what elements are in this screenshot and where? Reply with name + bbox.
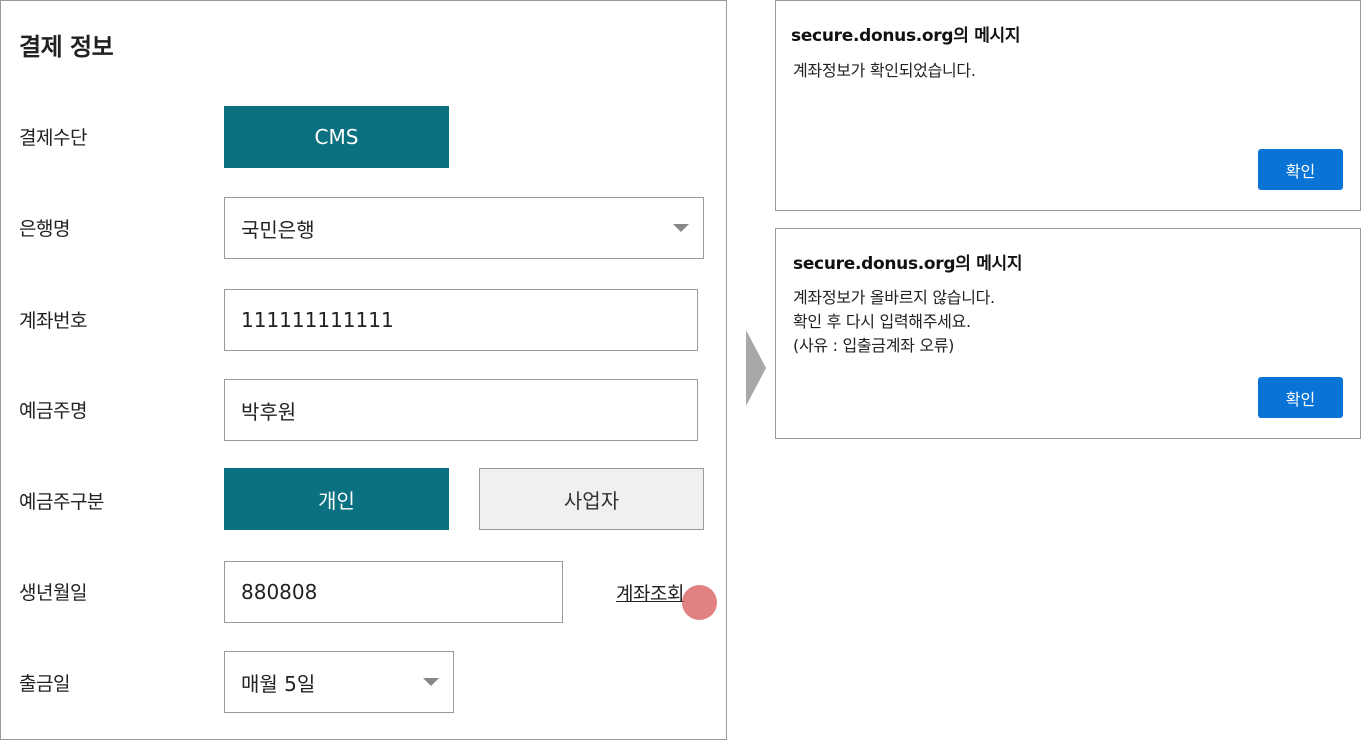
account-holder-input[interactable]: 박후원 bbox=[224, 379, 698, 441]
account-number-value: 111111111111 bbox=[241, 308, 394, 332]
dialog-title: secure.donus.org의 메시지 bbox=[791, 26, 1021, 46]
withdrawal-day-label: 출금일 bbox=[19, 673, 70, 695]
dialog-success: secure.donus.org의 메시지 계좌정보가 확인되었습니다. 확인 bbox=[775, 0, 1361, 211]
page-title: 결제 정보 bbox=[19, 33, 114, 61]
chevron-down-icon bbox=[423, 678, 439, 686]
dialog-message: 계좌정보가 확인되었습니다. bbox=[793, 61, 976, 80]
dialog-title: secure.donus.org의 메시지 bbox=[793, 254, 1023, 274]
chevron-down-icon bbox=[673, 224, 689, 232]
birthdate-input[interactable]: 880808 bbox=[224, 561, 563, 623]
dialog-message-line: 계좌정보가 올바르지 않습니다. bbox=[793, 288, 995, 307]
bank-selected-value: 국민은행 bbox=[241, 217, 315, 242]
birthdate-value: 880808 bbox=[241, 580, 318, 604]
ok-button[interactable]: 확인 bbox=[1258, 377, 1343, 418]
dialog-message-line: (사유 : 입출금계좌 오류) bbox=[793, 336, 955, 355]
payment-method-label: 결제수단 bbox=[19, 127, 87, 149]
click-indicator bbox=[682, 585, 717, 620]
ok-button[interactable]: 확인 bbox=[1258, 149, 1343, 190]
cms-button[interactable]: CMS bbox=[224, 106, 449, 168]
account-number-label: 계좌번호 bbox=[19, 310, 87, 332]
bank-select[interactable]: 국민은행 bbox=[224, 197, 704, 259]
bank-label: 은행명 bbox=[19, 218, 70, 240]
account-holder-value: 박후원 bbox=[241, 399, 297, 424]
withdrawal-day-selected-value: 매월 5일 bbox=[241, 671, 316, 696]
dialog-error: secure.donus.org의 메시지 계좌정보가 올바르지 않습니다. 확… bbox=[775, 228, 1361, 439]
birthdate-label: 생년월일 bbox=[19, 582, 87, 604]
withdrawal-day-select[interactable]: 매월 5일 bbox=[224, 651, 454, 713]
payment-info-panel: 결제 정보 결제수단 CMS 은행명 국민은행 계좌번호 11111111111… bbox=[0, 0, 727, 740]
holder-type-individual-button[interactable]: 개인 bbox=[224, 468, 449, 530]
flow-arrow-icon bbox=[746, 330, 766, 406]
account-holder-label: 예금주명 bbox=[19, 400, 87, 422]
dialog-message-line: 확인 후 다시 입력해주세요. bbox=[793, 312, 971, 331]
holder-type-business-button[interactable]: 사업자 bbox=[479, 468, 704, 530]
holder-type-label: 예금주구분 bbox=[19, 491, 104, 513]
account-lookup-link[interactable]: 계좌조회 bbox=[616, 579, 684, 606]
account-number-input[interactable]: 111111111111 bbox=[224, 289, 698, 351]
